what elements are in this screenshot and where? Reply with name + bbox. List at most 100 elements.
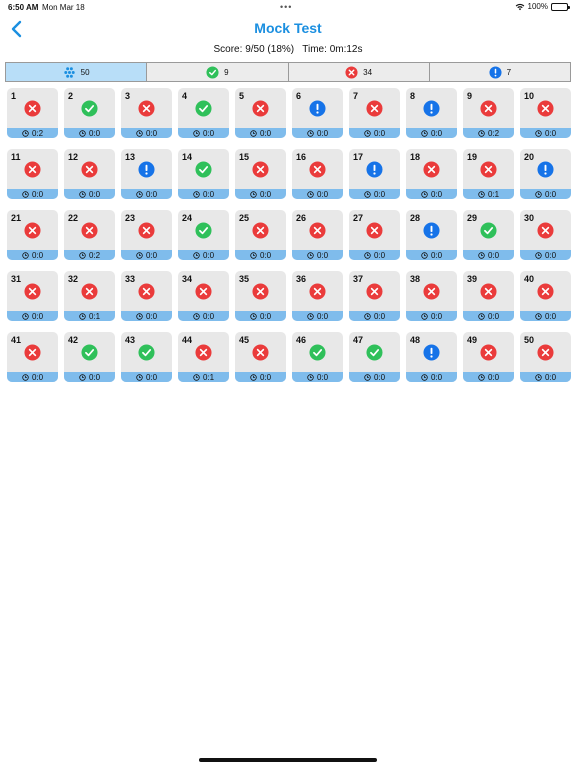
question-time-value: 0:0 <box>259 372 272 382</box>
clock-icon <box>307 373 314 381</box>
question-time: 0:1 <box>178 372 229 382</box>
question-cell[interactable]: 2 0:0 <box>64 88 115 138</box>
question-number: 35 <box>239 274 250 284</box>
question-cell[interactable]: 24 0:0 <box>178 210 229 260</box>
question-cell[interactable]: 20 0:0 <box>520 149 571 199</box>
question-time-value: 0:0 <box>544 311 557 321</box>
question-time-value: 0:0 <box>145 311 158 321</box>
question-number: 29 <box>467 213 478 223</box>
question-cell[interactable]: 27 0:0 <box>349 210 400 260</box>
question-cell[interactable]: 47 0:0 <box>349 332 400 382</box>
question-cell[interactable]: 11 0:0 <box>7 149 58 199</box>
question-cell[interactable]: 40 0:0 <box>520 271 571 321</box>
question-cell[interactable]: 4 0:0 <box>178 88 229 138</box>
question-cell[interactable]: 6 0:0 <box>292 88 343 138</box>
question-cell[interactable]: 8 0:0 <box>406 88 457 138</box>
question-cell[interactable]: 14 0:0 <box>178 149 229 199</box>
question-cell[interactable]: 18 0:0 <box>406 149 457 199</box>
clock-icon <box>136 251 143 259</box>
question-cell[interactable]: 41 0:0 <box>7 332 58 382</box>
question-time-value: 0:0 <box>31 250 44 260</box>
clock-icon <box>421 190 428 198</box>
clock-icon <box>250 373 257 381</box>
question-cell[interactable]: 29 0:0 <box>463 210 514 260</box>
question-cell[interactable]: 23 0:0 <box>121 210 172 260</box>
question-time: 0:0 <box>520 311 571 321</box>
clock-icon <box>478 129 485 137</box>
question-cell[interactable]: 7 0:0 <box>349 88 400 138</box>
question-cell[interactable]: 45 0:0 <box>235 332 286 382</box>
clock-icon <box>421 373 428 381</box>
wrong-icon <box>24 161 41 178</box>
question-cell[interactable]: 33 0:0 <box>121 271 172 321</box>
question-number: 31 <box>11 274 22 284</box>
clock-icon <box>79 190 86 198</box>
tab-all-count: 50 <box>80 67 90 77</box>
question-number: 34 <box>182 274 193 284</box>
clock-icon <box>535 312 542 320</box>
tab-wrong[interactable]: 34 <box>288 63 430 81</box>
question-number: 6 <box>296 91 302 101</box>
question-cell[interactable]: 44 0:1 <box>178 332 229 382</box>
question-cell[interactable]: 5 0:0 <box>235 88 286 138</box>
question-cell[interactable]: 36 0:0 <box>292 271 343 321</box>
question-cell[interactable]: 46 0:0 <box>292 332 343 382</box>
clock-icon <box>79 312 86 320</box>
correct-icon <box>138 344 155 361</box>
question-cell[interactable]: 25 0:0 <box>235 210 286 260</box>
question-cell[interactable]: 3 0:0 <box>121 88 172 138</box>
question-cell[interactable]: 17 0:0 <box>349 149 400 199</box>
question-cell[interactable]: 16 0:0 <box>292 149 343 199</box>
wrong-icon <box>252 100 269 117</box>
question-cell[interactable]: 34 0:0 <box>178 271 229 321</box>
question-cell[interactable]: 42 0:0 <box>64 332 115 382</box>
wrong-icon <box>81 161 98 178</box>
question-time: 0:0 <box>463 372 514 382</box>
clock-icon <box>478 312 485 320</box>
question-cell[interactable]: 32 0:1 <box>64 271 115 321</box>
wrong-icon <box>195 283 212 300</box>
question-cell[interactable]: 43 0:0 <box>121 332 172 382</box>
wrong-icon <box>81 283 98 300</box>
question-cell[interactable]: 28 0:0 <box>406 210 457 260</box>
question-cell[interactable]: 35 0:0 <box>235 271 286 321</box>
question-cell[interactable]: 48 0:0 <box>406 332 457 382</box>
question-number: 7 <box>353 91 359 101</box>
question-cell[interactable]: 10 0:0 <box>520 88 571 138</box>
wrong-icon <box>537 344 554 361</box>
question-cell[interactable]: 26 0:0 <box>292 210 343 260</box>
question-number: 24 <box>182 213 193 223</box>
question-number: 46 <box>296 335 307 345</box>
question-time: 0:0 <box>406 311 457 321</box>
tab-skipped[interactable]: 7 <box>429 63 570 81</box>
multitasking-dots-icon[interactable]: ••• <box>280 2 292 12</box>
question-cell[interactable]: 30 0:0 <box>520 210 571 260</box>
correct-icon <box>366 344 383 361</box>
question-time: 0:2 <box>7 128 58 138</box>
question-cell[interactable]: 22 0:2 <box>64 210 115 260</box>
question-cell[interactable]: 12 0:0 <box>64 149 115 199</box>
all-icon <box>63 66 75 78</box>
question-cell[interactable]: 9 0:2 <box>463 88 514 138</box>
clock-icon <box>136 312 143 320</box>
home-indicator[interactable] <box>199 758 377 762</box>
correct-icon <box>195 222 212 239</box>
question-number: 25 <box>239 213 250 223</box>
question-cell[interactable]: 49 0:0 <box>463 332 514 382</box>
question-cell[interactable]: 15 0:0 <box>235 149 286 199</box>
question-cell[interactable]: 21 0:0 <box>7 210 58 260</box>
question-cell[interactable]: 1 0:2 <box>7 88 58 138</box>
question-cell[interactable]: 13 0:0 <box>121 149 172 199</box>
question-cell[interactable]: 38 0:0 <box>406 271 457 321</box>
question-cell[interactable]: 31 0:0 <box>7 271 58 321</box>
question-cell[interactable]: 39 0:0 <box>463 271 514 321</box>
question-cell[interactable]: 37 0:0 <box>349 271 400 321</box>
question-cell[interactable]: 19 0:1 <box>463 149 514 199</box>
clock-icon <box>250 129 257 137</box>
question-time: 0:2 <box>463 128 514 138</box>
question-cell[interactable]: 50 0:0 <box>520 332 571 382</box>
wrong-icon <box>309 222 326 239</box>
tab-correct[interactable]: 9 <box>147 63 289 81</box>
question-number: 49 <box>467 335 478 345</box>
tab-all[interactable]: 50 <box>6 63 148 81</box>
